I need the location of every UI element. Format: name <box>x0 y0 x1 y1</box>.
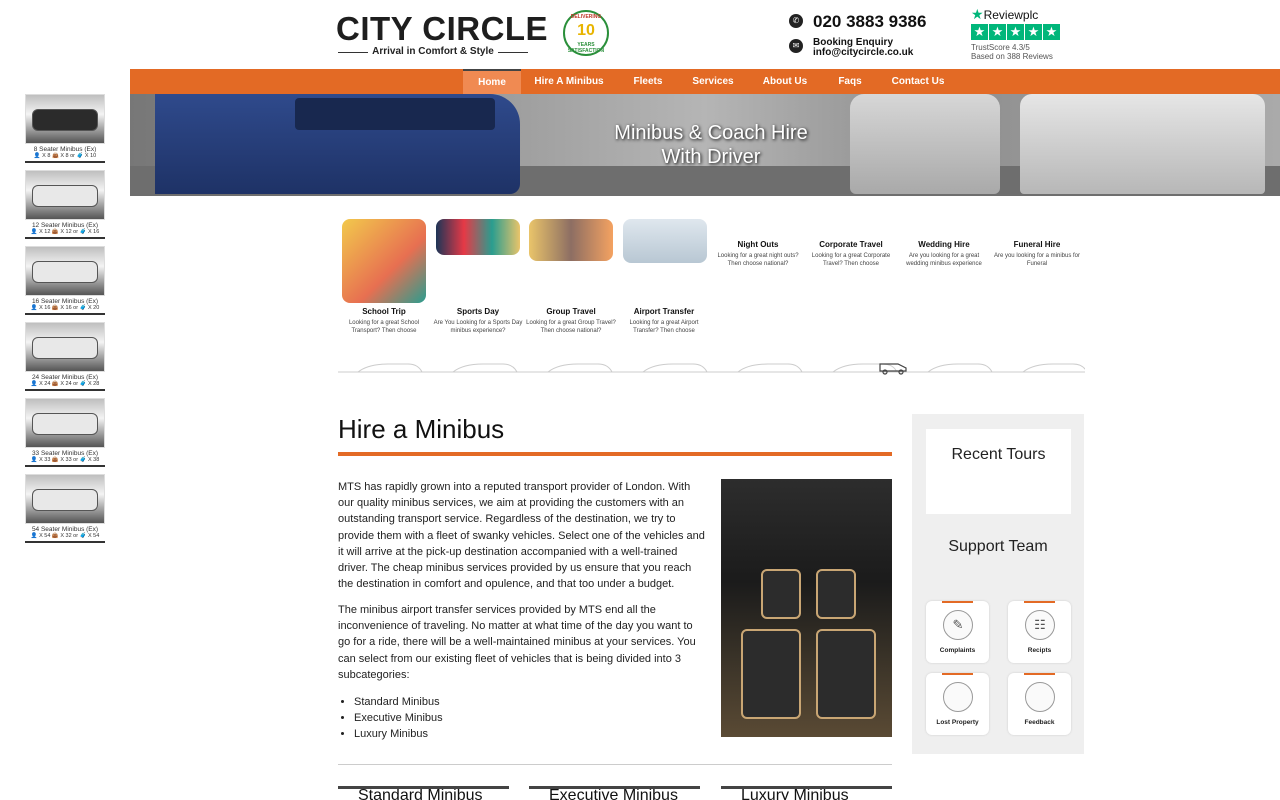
executive-minibus-card[interactable]: Executive Minibus <box>529 786 700 800</box>
complaints-icon: ✎ <box>943 610 973 640</box>
recent-tours-box <box>926 429 1071 514</box>
review-count: Based on 388 Reviews <box>971 52 1053 61</box>
service-desc: Looking for a great Airport Transfer? Th… <box>629 320 699 334</box>
service-desc: Are you looking for a great wedding mini… <box>906 253 982 267</box>
star-icon: ★ <box>1007 24 1024 40</box>
minibus-image <box>25 94 105 144</box>
fleet-item[interactable]: 54 Seater Minibus (Ex) 👤 X 54 👜 X 32 or … <box>25 474 105 543</box>
service-title[interactable]: School Trip <box>339 307 429 316</box>
lost-property-button[interactable]: Lost Property <box>926 673 989 735</box>
service-desc: Are you looking for a minibus for Funera… <box>993 253 1081 267</box>
nav-home[interactable]: Home <box>463 69 521 94</box>
fleet-item[interactable]: 12 Seater Minibus (Ex) 👤 X 12 👜 X 12 or … <box>25 170 105 239</box>
service-desc: Are You Looking for a Sports Day minibus… <box>433 320 523 334</box>
star-icon: ★ <box>1043 24 1060 40</box>
phone-icon: ✆ <box>789 14 803 28</box>
logo-wordmark: CITY CIRCLE <box>336 10 549 47</box>
service-title[interactable]: Airport Transfer <box>619 307 709 316</box>
site-logo[interactable]: CITY CIRCLE Arrival in Comfort & Style <box>336 10 548 60</box>
minibus-image <box>25 246 105 296</box>
service-title[interactable]: Sports Day <box>433 307 523 316</box>
nav-about-us[interactable]: About Us <box>755 69 815 94</box>
trust-score: TrustScore 4.3/5 <box>971 43 1030 52</box>
minibus-interior-image <box>721 479 892 737</box>
support-team-title: Support Team <box>948 538 1048 555</box>
reviews-brand: Reviewplc <box>983 8 1039 22</box>
phone-number[interactable]: 020 3883 9386 <box>813 12 926 32</box>
minibus-image <box>25 170 105 220</box>
nav-services[interactable]: Services <box>683 69 743 94</box>
school-trip-image[interactable] <box>342 219 426 303</box>
minibus-image <box>25 322 105 372</box>
hero-title-line2: With Driver <box>661 146 761 168</box>
service-desc: Looking for a great night outs? Then cho… <box>717 253 799 267</box>
service-desc: Looking for a great School Transport? Th… <box>348 320 420 334</box>
list-item: Luxury Minibus <box>354 726 443 742</box>
lost-property-icon <box>943 682 973 712</box>
service-desc: Looking for a great Corporate Travel? Th… <box>811 253 891 267</box>
star-icon: ★ <box>1025 24 1042 40</box>
intro-paragraph: MTS has rapidly grown into a reputed tra… <box>338 481 705 591</box>
title-underline <box>338 452 892 456</box>
standard-minibus-card[interactable]: Standard Minibus <box>338 786 509 800</box>
airport-paragraph: The minibus airport transfer services pr… <box>338 604 696 681</box>
reviews-widget[interactable]: ★Reviewplc ★ ★ ★ ★ ★ TrustScore 4.3/5 Based … <box>971 6 1071 62</box>
airport-transfer-image[interactable] <box>623 219 707 263</box>
logo-tagline: Arrival in Comfort & Style <box>338 46 528 58</box>
group-travel-image[interactable] <box>529 219 613 261</box>
star-icon: ★ <box>971 6 984 22</box>
list-item: Executive Minibus <box>354 710 443 726</box>
service-desc: Looking for a great Group Travel? Then c… <box>526 320 616 334</box>
star-icon: ★ <box>971 24 988 40</box>
hero-banner: Minibus & Coach Hire With Driver <box>130 94 1280 196</box>
fleet-item[interactable]: 24 Seater Minibus (Ex) 👤 X 24 👜 X 24 or … <box>25 322 105 391</box>
minibus-image <box>25 474 105 524</box>
email-link[interactable]: info@citycircle.co.uk <box>813 47 913 58</box>
luxury-minibus-card[interactable]: Luxury Minibus <box>721 786 892 800</box>
nav-contact-us[interactable]: Contact Us <box>884 69 952 94</box>
list-item: Standard Minibus <box>354 694 443 710</box>
nav-hire-a-minibus[interactable]: Hire A Minibus <box>526 69 612 94</box>
star-icon: ★ <box>989 24 1006 40</box>
recent-tours-title: Recent Tours <box>951 446 1046 463</box>
service-title[interactable]: Group Travel <box>526 307 616 316</box>
fleet-item[interactable]: 16 Seater Minibus (Ex) 👤 X 16 👜 X 16 or … <box>25 246 105 315</box>
sports-day-image[interactable] <box>436 219 520 255</box>
fleet-item[interactable]: 33 Seater Minibus (Ex) 👤 X 33 👜 X 33 or … <box>25 398 105 467</box>
feedback-button[interactable]: Feedback <box>1008 673 1071 735</box>
rating-stars: ★ ★ ★ ★ ★ <box>971 24 1071 40</box>
service-title[interactable]: Night Outs <box>713 240 803 249</box>
feedback-icon <box>1025 682 1055 712</box>
subcategory-list: Standard Minibus Executive Minibus Luxur… <box>354 694 443 743</box>
hero-title-line1: Minibus & Coach Hire <box>614 122 808 144</box>
fleet-item[interactable]: 8 Seater Minibus (Ex) 👤 X 8 👜 X 8 or 🧳 X… <box>25 94 105 163</box>
complaints-button[interactable]: ✎ Complaints <box>926 601 989 663</box>
main-nav: Home Hire A Minibus Fleets Services Abou… <box>130 69 1280 94</box>
receipts-icon: ☷ <box>1025 610 1055 640</box>
minibus-image <box>25 398 105 448</box>
road-decoration <box>338 363 1085 375</box>
service-title[interactable]: Funeral Hire <box>992 240 1082 249</box>
nav-faqs[interactable]: Faqs <box>828 69 872 94</box>
receipts-button[interactable]: ☷ Recipts <box>1008 601 1071 663</box>
nav-fleets[interactable]: Fleets <box>623 69 673 94</box>
years-badge: DELIVERING 10 YEARS SATISFACTION <box>563 10 609 56</box>
service-title[interactable]: Corporate Travel <box>806 240 896 249</box>
mail-icon: ✉ <box>789 39 803 53</box>
service-title[interactable]: Wedding Hire <box>899 240 989 249</box>
page-title: Hire a Minibus <box>338 414 505 444</box>
